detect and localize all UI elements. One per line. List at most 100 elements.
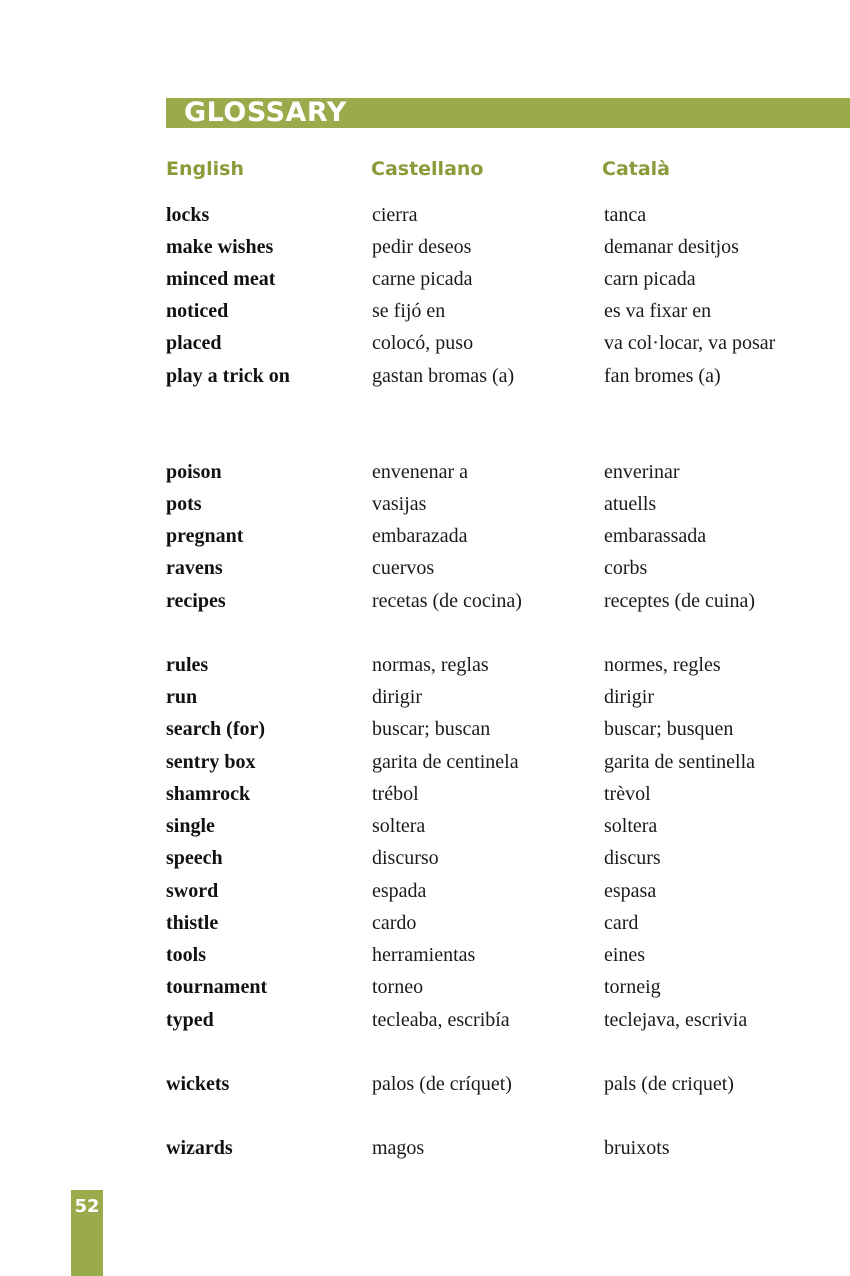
english-term: ravens [166,557,223,579]
english-term: poison [166,461,222,483]
catala-term: eines [604,944,646,966]
castellano-term: discurso [372,847,439,869]
catala-term: demanar desitjos [604,236,739,258]
catala-term: card [604,912,639,934]
catala-term: atuells [604,493,657,515]
english-term: typed [166,1009,214,1031]
glossary-row: single soltera soltera [0,810,850,842]
glossary-row: ravens cuervos corbs [0,552,850,584]
glossary-row: shamrock trébol trèvol [0,778,850,810]
glossary-row: pots vasijas atuells [0,488,850,520]
catala-term: espasa [604,880,657,902]
castellano-term: envenenar a [372,461,469,483]
glossary-row: placed colocó, puso va col·locar, va posar [0,327,850,359]
glossary-row: tournament torneo torneig [0,971,850,1003]
castellano-term: espada [372,880,427,902]
castellano-term: cierra [372,204,418,226]
glossary-row: thistle cardo card [0,907,850,939]
castellano-term: cardo [372,912,417,934]
catala-term: torneig [604,976,661,998]
english-term: tools [166,944,206,966]
english-term: play a trick on [166,365,290,387]
glossary-row: recipes recetas (de cocina) receptes (de c… [0,585,850,617]
english-term: search (for) [166,718,266,740]
page-number: 52 [74,1196,100,1217]
glossary-row: wickets palos (de críquet) pals (de crique… [0,1068,850,1100]
catala-term: enverinar [604,461,680,483]
glossary-row: noticed se fijó en es va fixar en [0,295,850,327]
english-term: run [166,686,198,708]
catala-term: embarassada [604,525,707,547]
glossary-table: locks cierra tanca make wishes pedir deseos d… [0,0,850,1276]
english-term: placed [166,332,222,354]
english-term: pregnant [166,525,244,547]
catala-term: normes, regles [604,654,721,676]
glossary-row: speech discurso discurs [0,842,850,874]
catala-term: bruixots [604,1137,670,1159]
castellano-term: se fijó en [372,300,446,322]
english-term: tournament [166,976,268,998]
catala-term: garita de sentinella [604,751,756,773]
english-term: minced meat [166,268,276,290]
glossary-row: wizards magos bruixots [0,1132,850,1164]
glossary-row: run dirigir dirigir [0,681,850,713]
castellano-term: garita de centinela [372,751,519,773]
english-term: noticed [166,300,229,322]
catala-term: es va fixar en [604,300,712,322]
castellano-term: colocó, puso [372,332,474,354]
castellano-term: carne picada [372,268,473,290]
catala-term: fan bromes (a) [604,365,721,387]
castellano-term: soltera [372,815,426,837]
catala-term: corbs [604,557,648,579]
castellano-term: vasijas [372,493,427,515]
glossary-row: rules normas, reglas normes, regles [0,649,850,681]
castellano-term: buscar; buscan [372,718,491,740]
catala-term: trèvol [604,783,651,805]
catala-term: dirigir [604,686,654,708]
castellano-term: herramientas [372,944,476,966]
castellano-term: gastan bromas (a) [372,365,515,387]
glossary-row: tools herramientas eines [0,939,850,971]
english-term: sword [166,880,219,902]
glossary-row: typed tecleaba, escribía teclejava, escriv… [0,1004,850,1036]
castellano-term: pedir deseos [372,236,472,258]
catala-term: buscar; busquen [604,718,734,740]
glossary-row: sword espada espasa [0,875,850,907]
catala-term: discurs [604,847,661,869]
english-term: rules [166,654,209,676]
catala-term: tanca [604,204,647,226]
castellano-term: normas, reglas [372,654,489,676]
catala-term: carn picada [604,268,696,290]
english-term: speech [166,847,223,869]
catala-term: receptes (de cuina) [604,590,756,612]
catala-term: pals (de criquet) [604,1073,734,1095]
glossary-row: locks cierra tanca [0,199,850,231]
castellano-term: magos [372,1137,425,1159]
castellano-term: tecleaba, escribía [372,1009,510,1031]
english-term: locks [166,204,210,226]
castellano-term: dirigir [372,686,422,708]
castellano-term: trébol [372,783,419,805]
english-term: pots [166,493,202,515]
english-term: thistle [166,912,219,934]
glossary-row: make wishes pedir deseos demanar desitjos [0,231,850,263]
page-number-tab: 52 [71,1190,103,1276]
english-term: make wishes [166,236,274,258]
catala-term: va col·locar, va posar [604,332,776,354]
glossary-row: poison envenenar a enverinar [0,456,850,488]
glossary-row: minced meat carne picada carn picada [0,263,850,295]
english-term: recipes [166,590,226,612]
castellano-term: recetas (de cocina) [372,590,522,612]
castellano-term: embarazada [372,525,468,547]
english-term: sentry box [166,751,256,773]
english-term: wizards [166,1137,233,1159]
english-term: shamrock [166,783,251,805]
catala-term: soltera [604,815,658,837]
glossary-row: pregnant embarazada embarassada [0,520,850,552]
english-term: single [166,815,215,837]
glossary-row: search (for) buscar; buscan buscar; busque… [0,713,850,745]
castellano-term: torneo [372,976,424,998]
castellano-term: palos (de críquet) [372,1073,512,1095]
castellano-term: cuervos [372,557,435,579]
glossary-row: play a trick on gastan bromas (a) fan brom… [0,360,850,392]
